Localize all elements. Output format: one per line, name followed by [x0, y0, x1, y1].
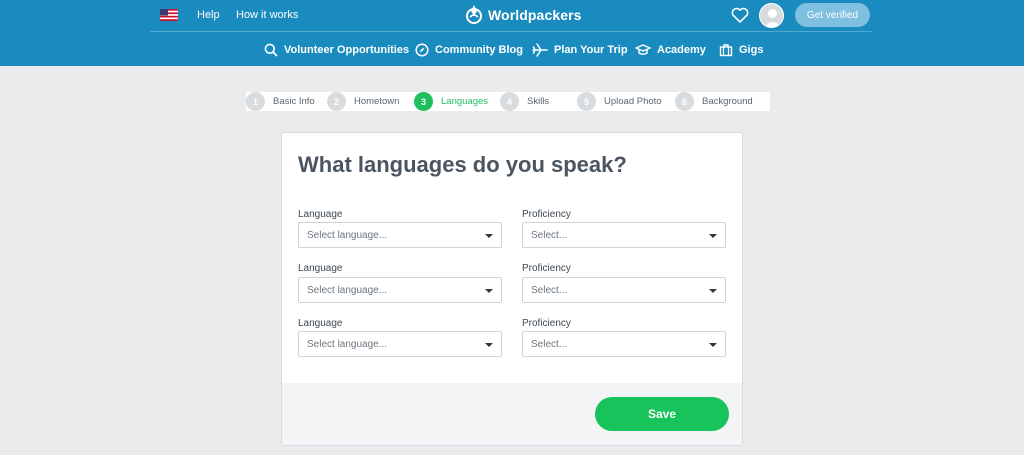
- step-number: 4: [500, 92, 519, 111]
- plane-icon: [532, 43, 548, 57]
- utility-bar: Help How it works Worldpackers Get verif…: [150, 0, 872, 32]
- step-label: Skills: [527, 96, 550, 107]
- step-basic-info[interactable]: 1 Basic Info: [246, 92, 315, 111]
- proficiency-select[interactable]: Select...: [522, 331, 726, 357]
- help-link[interactable]: Help: [197, 9, 220, 21]
- proficiency-label: Proficiency: [522, 209, 571, 220]
- dropdown-caret-icon: [709, 289, 717, 293]
- step-number: 5: [577, 92, 596, 111]
- proficiency-label: Proficiency: [522, 263, 571, 274]
- proficiency-select-value: Select...: [531, 284, 568, 296]
- search-icon: [264, 43, 278, 57]
- favorites-heart-icon[interactable]: [731, 7, 749, 23]
- form-footer: Save: [282, 383, 742, 445]
- dropdown-caret-icon: [485, 343, 493, 347]
- nav-label: Community Blog: [435, 44, 523, 56]
- language-label: Language: [298, 209, 343, 220]
- step-background[interactable]: 6 Background: [675, 92, 753, 111]
- language-label: Language: [298, 318, 343, 329]
- main-nav: Volunteer Opportunities Community Blog P…: [0, 33, 1024, 66]
- nav-community-blog[interactable]: Community Blog: [415, 42, 523, 58]
- nav-label: Gigs: [739, 44, 764, 56]
- proficiency-select[interactable]: Select...: [522, 277, 726, 303]
- step-languages[interactable]: 3 Languages: [414, 92, 488, 111]
- language-select-value: Select language...: [307, 338, 388, 350]
- compass-icon: [415, 43, 429, 57]
- step-number: 6: [675, 92, 694, 111]
- proficiency-select[interactable]: Select...: [522, 222, 726, 248]
- step-skills[interactable]: 4 Skills: [500, 92, 549, 111]
- dropdown-caret-icon: [709, 234, 717, 238]
- dropdown-caret-icon: [485, 289, 493, 293]
- graduation-cap-icon: [635, 44, 651, 55]
- language-select[interactable]: Select language...: [298, 331, 502, 357]
- step-number: 1: [246, 92, 265, 111]
- step-label: Basic Info: [273, 96, 315, 107]
- dropdown-caret-icon: [709, 343, 717, 347]
- step-label: Hometown: [354, 96, 400, 107]
- nav-label: Plan Your Trip: [554, 44, 628, 56]
- nav-label: Academy: [657, 44, 706, 56]
- language-select-value: Select language...: [307, 229, 388, 241]
- dropdown-caret-icon: [485, 234, 493, 238]
- form-title: What languages do you speak?: [298, 152, 627, 177]
- brand-name: Worldpackers: [488, 7, 582, 23]
- user-avatar[interactable]: [759, 3, 784, 28]
- nav-label: Volunteer Opportunities: [284, 44, 410, 56]
- proficiency-select-value: Select...: [531, 338, 568, 350]
- brand-logo[interactable]: Worldpackers: [464, 4, 582, 26]
- step-label: Languages: [441, 96, 489, 107]
- language-select[interactable]: Select language...: [298, 222, 502, 248]
- nav-volunteer-opportunities[interactable]: Volunteer Opportunities: [264, 42, 409, 58]
- worldpackers-logo-icon: [466, 5, 482, 24]
- proficiency-select-value: Select...: [531, 229, 568, 241]
- nav-gigs[interactable]: Gigs: [719, 42, 763, 58]
- step-label: Upload Photo: [604, 96, 662, 107]
- step-hometown[interactable]: 2 Hometown: [327, 92, 399, 111]
- nav-plan-your-trip[interactable]: Plan Your Trip: [532, 42, 628, 58]
- language-select-value: Select language...: [307, 284, 388, 296]
- language-label: Language: [298, 263, 343, 274]
- get-verified-button[interactable]: Get verified: [795, 3, 870, 27]
- nav-academy[interactable]: Academy: [635, 42, 706, 58]
- proficiency-label: Proficiency: [522, 318, 571, 329]
- step-label: Background: [702, 96, 753, 107]
- save-button[interactable]: Save: [595, 397, 729, 431]
- languages-form-card: What languages do you speak? Language Se…: [281, 132, 743, 446]
- us-flag-icon[interactable]: [160, 9, 178, 21]
- step-number: 2: [327, 92, 346, 111]
- profile-stepper: 1 Basic Info 2 Hometown 3 Languages 4 Sk…: [246, 92, 770, 111]
- top-header: Help How it works Worldpackers Get verif…: [0, 0, 1024, 66]
- step-upload-photo[interactable]: 5 Upload Photo: [577, 92, 662, 111]
- how-it-works-link[interactable]: How it works: [236, 9, 298, 21]
- step-number: 3: [414, 92, 433, 111]
- briefcase-icon: [719, 44, 733, 57]
- language-select[interactable]: Select language...: [298, 277, 502, 303]
